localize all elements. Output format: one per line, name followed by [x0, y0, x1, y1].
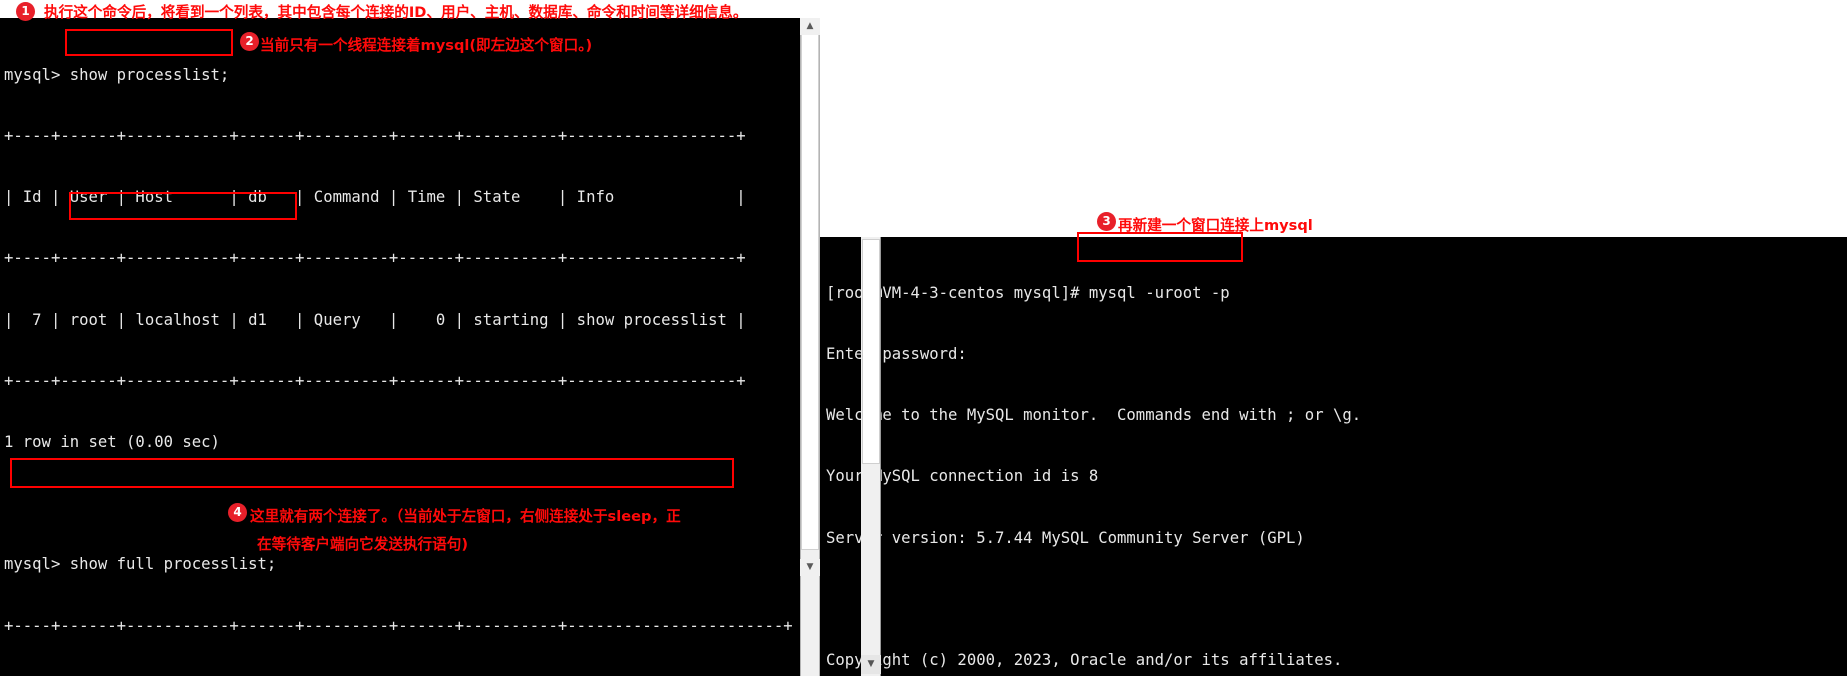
- terminal-line: Your MySQL connection id is 8: [826, 467, 1099, 486]
- terminal-line: mysql> show processlist;: [4, 65, 230, 84]
- left-window-scrollbar-thumb[interactable]: [801, 30, 819, 550]
- annotation-text-1: 执行这个命令后，将看到一个列表，其中包含每个连接的ID、用户、主机、数据库、命令…: [44, 4, 748, 21]
- scroll-up-arrow-icon[interactable]: ▲: [800, 18, 820, 35]
- right-terminal-window[interactable]: [root@VM-4-3-centos mysql]# mysql -uroot…: [820, 237, 1847, 676]
- terminal-line: +----+------+-----------+------+--------…: [4, 371, 746, 390]
- terminal-line: | 7 | root | localhost | d1 | Query | 0 …: [4, 310, 746, 329]
- scroll-down-arrow-icon[interactable]: ▼: [800, 559, 820, 576]
- terminal-line: mysql> show full processlist;: [4, 555, 277, 574]
- annotation-badge-3: 3: [1097, 212, 1116, 231]
- right-window-scrollbar-thumb[interactable]: [862, 239, 880, 464]
- terminal-line: +----+------+-----------+------+--------…: [4, 127, 746, 146]
- annotation-text-2: 当前只有一个线程连接着mysql(即左边这个窗口。): [260, 37, 593, 54]
- terminal-line: +----+------+-----------+------+--------…: [4, 616, 793, 635]
- terminal-line: Welcome to the MySQL monitor. Commands e…: [826, 406, 1362, 425]
- left-terminal-window[interactable]: mysql> show processlist; +----+------+--…: [0, 18, 800, 676]
- annotation-text-3: 再新建一个窗口连接上mysql: [1118, 217, 1313, 234]
- terminal-line-login-command: [root@VM-4-3-centos mysql]# mysql -uroot…: [826, 283, 1230, 302]
- terminal-line: +----+------+-----------+------+--------…: [4, 249, 746, 268]
- terminal-line: 1 row in set (0.00 sec): [4, 433, 220, 452]
- annotation-badge-4: 4: [228, 503, 247, 522]
- screenshot-root: mysql> show processlist; +----+------+--…: [0, 0, 1847, 676]
- terminal-line: Enter password:: [826, 345, 967, 364]
- annotation-badge-2: 2: [240, 32, 259, 51]
- annotation-text-4-line1: 这里就有两个连接了。（当前处于左窗口，右侧连接处于sleep，正: [250, 508, 681, 525]
- right-scroll-down-arrow-icon[interactable]: ▼: [861, 655, 881, 674]
- terminal-line: Copyright (c) 2000, 2023, Oracle and/or …: [826, 651, 1343, 670]
- annotation-badge-1: 1: [16, 2, 35, 21]
- terminal-line: | Id | User | Host | db | Command | Time…: [4, 188, 746, 207]
- annotation-text-4-line2: 在等待客户端向它发送执行语句): [257, 536, 468, 553]
- terminal-line: Server version: 5.7.44 MySQL Community S…: [826, 528, 1305, 547]
